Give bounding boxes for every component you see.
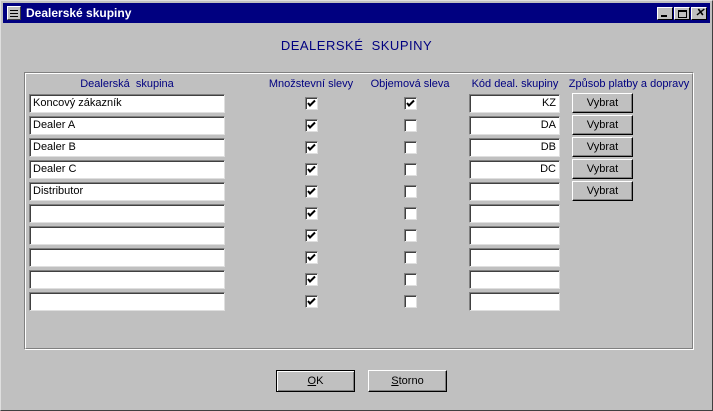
select-payment-button[interactable]: Vybrat [572,137,633,157]
dealer-code-field[interactable]: DB [469,138,560,157]
column-header-volume-discount: Objemová sleva [370,78,450,90]
dealer-code-field[interactable] [469,270,560,289]
volume-discount-checkbox[interactable] [404,163,417,176]
storno-button[interactable]: Storno [368,370,447,392]
group-name-field[interactable]: Koncový zákazník [29,94,225,113]
group-name-field[interactable] [29,270,225,289]
group-name-field[interactable]: Dealer C [29,160,225,179]
dealer-code-field[interactable] [469,292,560,311]
window-title: Dealerské skupiny [26,6,132,20]
group-name-field[interactable] [29,292,225,311]
quantity-discount-checkbox[interactable] [305,251,318,264]
maximize-icon [678,10,687,18]
quantity-discount-checkbox[interactable] [305,229,318,242]
select-payment-button[interactable]: Vybrat [572,115,633,135]
group-name-field[interactable]: Dealer B [29,138,225,157]
system-menu-icon[interactable] [7,6,21,20]
quantity-discount-checkbox[interactable] [305,185,318,198]
dealer-code-field[interactable] [469,182,560,201]
volume-discount-checkbox[interactable] [404,207,417,220]
column-header-group: Dealerská skupina [80,78,174,90]
volume-discount-checkbox[interactable] [404,141,417,154]
dealer-code-field[interactable]: KZ [469,94,560,113]
dealer-code-field[interactable] [469,226,560,245]
group-name-field[interactable]: Dealer A [29,116,225,135]
group-name-field[interactable] [29,226,225,245]
close-icon: ✕ [695,7,705,19]
quantity-discount-checkbox[interactable] [305,97,318,110]
quantity-discount-checkbox[interactable] [305,273,318,286]
group-name-field[interactable] [29,204,225,223]
quantity-discount-checkbox[interactable] [305,295,318,308]
dealer-code-field[interactable]: DC [469,160,560,179]
select-payment-button[interactable]: Vybrat [572,93,633,113]
volume-discount-checkbox[interactable] [404,229,417,242]
quantity-discount-checkbox[interactable] [305,141,318,154]
volume-discount-checkbox[interactable] [404,119,417,132]
group-name-field[interactable]: Distributor [29,182,225,201]
volume-discount-checkbox[interactable] [404,251,417,264]
dealer-code-field[interactable] [469,204,560,223]
maximize-button[interactable] [674,7,690,20]
volume-discount-checkbox[interactable] [404,97,417,110]
quantity-discount-checkbox[interactable] [305,119,318,132]
select-payment-button[interactable]: Vybrat [572,159,633,179]
column-header-quantity-discount: Množstevní slevy [268,78,354,90]
minimize-button[interactable] [657,7,673,20]
quantity-discount-checkbox[interactable] [305,207,318,220]
ok-button[interactable]: OK [276,370,355,392]
dealer-code-field[interactable] [469,248,560,267]
column-header-dealer-code: Kód deal. skupiny [471,78,559,90]
title-bar[interactable]: Dealerské skupiny ✕ [3,3,710,23]
page-heading: DEALERSKÉ SKUPINY [280,38,433,53]
column-header-payment: Způsob platby a dopravy [568,78,690,90]
select-payment-button[interactable]: Vybrat [572,181,633,201]
volume-discount-checkbox[interactable] [404,185,417,198]
volume-discount-checkbox[interactable] [404,295,417,308]
volume-discount-checkbox[interactable] [404,273,417,286]
dealer-code-field[interactable]: DA [469,116,560,135]
group-name-field[interactable] [29,248,225,267]
quantity-discount-checkbox[interactable] [305,163,318,176]
close-button[interactable]: ✕ [691,7,707,20]
minimize-icon [661,15,667,17]
